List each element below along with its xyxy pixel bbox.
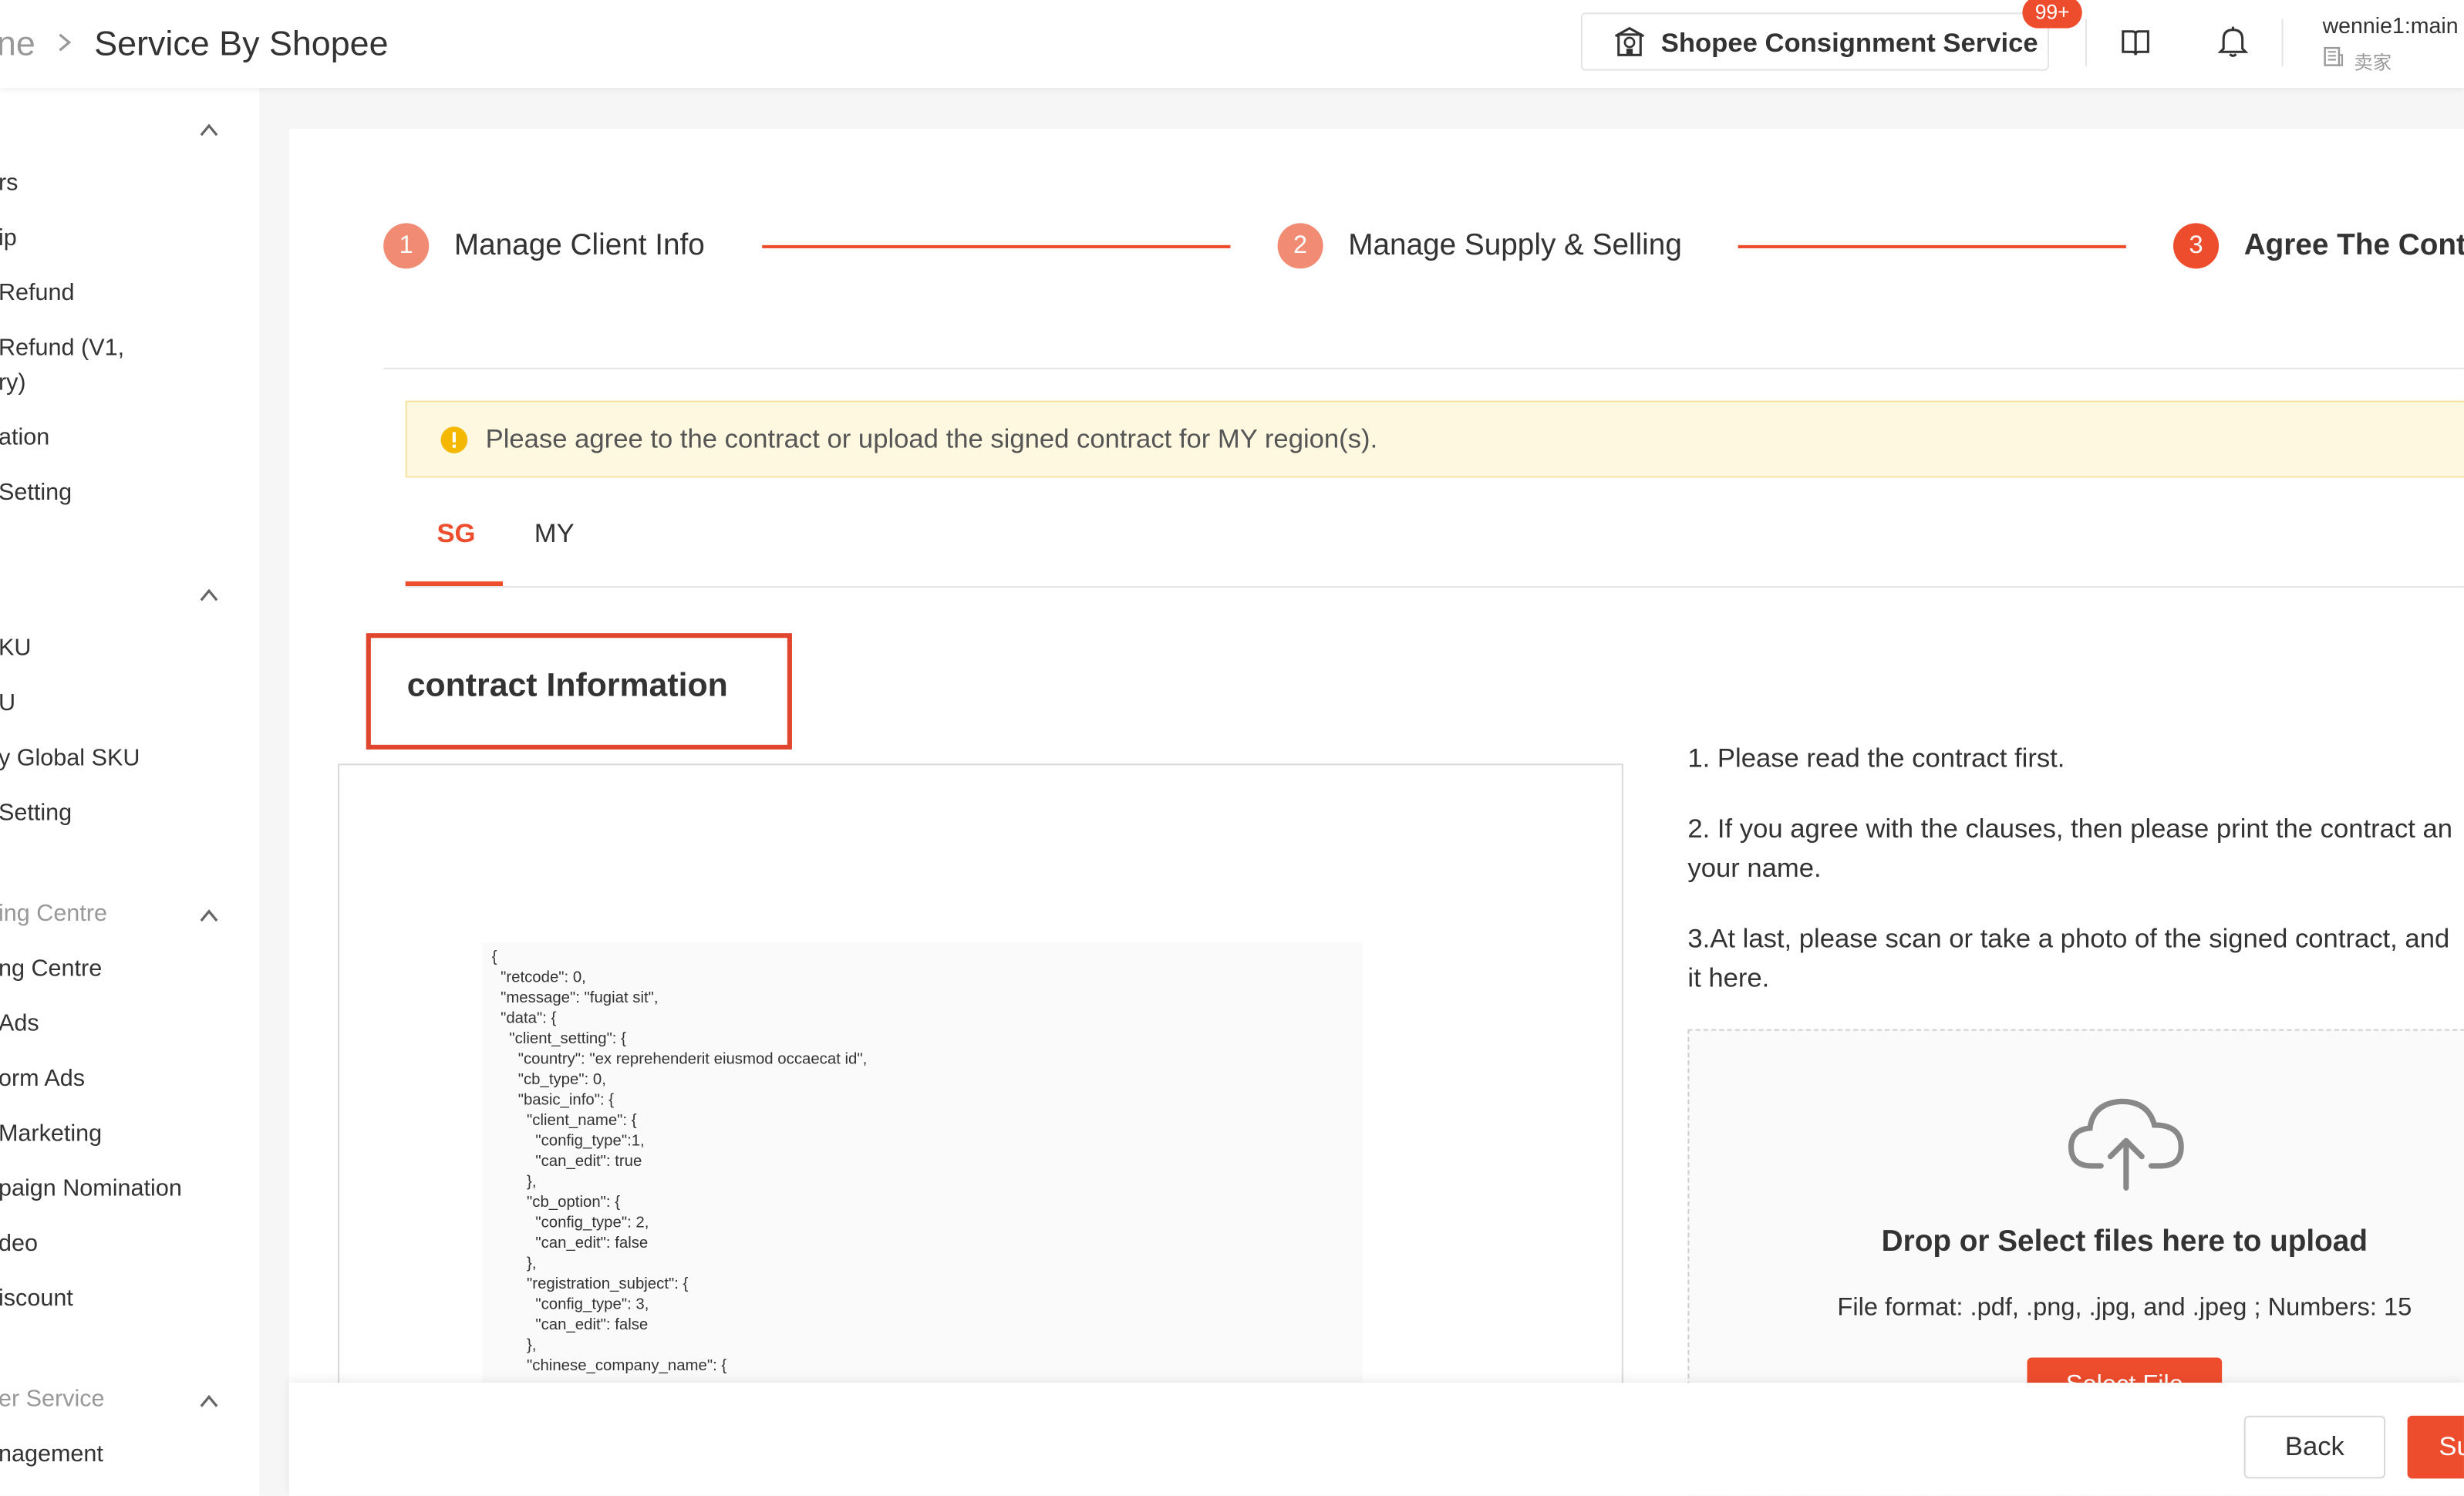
contract-line: "can_edit": false [491, 1316, 649, 1334]
tabs-divider [405, 586, 2464, 588]
notification-badge: 99+ [2022, 0, 2082, 29]
section-title: contract Information [406, 667, 728, 704]
warning-icon [440, 426, 468, 453]
contract-line: "country": "ex reprehenderit eiusmod occ… [491, 1051, 868, 1069]
top-header: ne Service By Shopee Shopee Consignment … [0, 0, 2464, 89]
sidebar-item[interactable]: nagement [0, 1440, 103, 1467]
chevron-up-icon[interactable] [198, 1390, 221, 1413]
chevron-up-icon[interactable] [198, 120, 221, 142]
contract-line: "client_setting": { [491, 1030, 626, 1049]
instruction-step-2-line-1: 2. If you agree with the clauses, then p… [1687, 814, 2453, 844]
sidebar-item[interactable]: U [0, 690, 15, 717]
instruction-step-1: 1. Please read the contract first. [1687, 743, 2065, 773]
breadcrumb-previous[interactable]: ne [0, 24, 35, 65]
contract-line: "data": { [491, 1010, 557, 1028]
contract-line: "config_type": 2, [491, 1215, 649, 1232]
user-name[interactable]: wennie1:main [2323, 12, 2459, 38]
sidebar-item[interactable]: Ads [0, 1010, 39, 1037]
contract-line: "chinese_company_name": { [491, 1357, 727, 1375]
submit-button[interactable]: Su [2407, 1415, 2464, 1479]
consignment-service-label: Shopee Consignment Service [1660, 28, 2038, 59]
sidebar-item[interactable]: rs [0, 170, 18, 197]
header-divider [2085, 19, 2087, 66]
step-1-label: Manage Client Info [453, 229, 705, 263]
tab-my[interactable]: MY [534, 518, 575, 550]
sidebar: rs ip Refund Refund (V1, ry) ation Setti… [0, 88, 260, 1496]
contract-notice: Please agree to the contract or upload t… [405, 400, 2464, 478]
bell-icon[interactable] [2216, 24, 2250, 59]
notice-text: Please agree to the contract or upload t… [485, 424, 1378, 454]
cloud-upload-icon [2068, 1098, 2184, 1191]
contract-line: "cb_type": 0, [491, 1071, 606, 1090]
sidebar-item[interactable]: paign Nomination [0, 1175, 182, 1202]
contract-line: }, [491, 1336, 537, 1355]
step-3-circle: 3 [2173, 223, 2220, 269]
book-icon[interactable] [2120, 27, 2152, 59]
tab-sg[interactable]: SG [437, 518, 475, 550]
chevron-up-icon[interactable] [198, 585, 221, 607]
contract-line: }, [491, 1255, 537, 1273]
sidebar-item[interactable]: Setting [0, 800, 72, 827]
contract-line: "message": "fugiat sit", [491, 989, 659, 1008]
sidebar-item[interactable]: KU [0, 635, 31, 662]
sidebar-item[interactable]: orm Ads [0, 1065, 85, 1092]
step-connector [762, 244, 1231, 248]
sidebar-item[interactable]: Refund [0, 280, 75, 307]
stepper-divider [383, 367, 2464, 369]
sidebar-item[interactable]: ng Centre [0, 955, 102, 982]
contract-line: "registration_subject": { [491, 1275, 689, 1293]
upload-title: Drop or Select files here to upload [1881, 1225, 2368, 1259]
contract-line: "config_type":1, [491, 1133, 645, 1151]
instruction-step-3-line-2: it here. [1687, 963, 1770, 993]
back-button[interactable]: Back [2243, 1415, 2386, 1479]
chevron-right-icon [59, 33, 72, 52]
contract-line: }, [491, 1174, 537, 1191]
sidebar-item[interactable]: Marketing [0, 1120, 102, 1147]
contract-line: { [491, 948, 497, 967]
contract-line: "retcode": 0, [491, 969, 586, 987]
instruction-step-2-line-2: your name. [1687, 853, 1822, 884]
contract-line: "can_edit": false [491, 1235, 649, 1252]
building-icon [1614, 26, 1645, 56]
step-2-circle: 2 [1277, 223, 1323, 269]
step-2-label: Manage Supply & Selling [1348, 229, 1682, 263]
shop-icon [2324, 46, 2344, 66]
header-divider [2281, 19, 2284, 66]
user-role: 卖家 [2354, 52, 2392, 74]
step-1-circle: 1 [383, 223, 430, 269]
contract-line: "can_edit": true [491, 1153, 642, 1171]
instruction-step-3-line-1: 3.At last, please scan or take a photo o… [1687, 924, 2450, 954]
step-connector [1738, 244, 2126, 248]
step-3-label: Agree The Contr [2243, 229, 2464, 263]
sidebar-item[interactable]: y Global SKU [0, 745, 140, 772]
sidebar-item[interactable]: Refund (V1, [0, 335, 124, 362]
sidebar-item[interactable]: deo [0, 1230, 38, 1257]
action-bar: Back Su [288, 1383, 2464, 1496]
sidebar-group-customer-service[interactable]: er Service [0, 1386, 105, 1413]
sidebar-item[interactable]: ry) [0, 369, 26, 396]
contract-line: "cb_option": { [491, 1194, 621, 1211]
sidebar-group-marketing[interactable]: ing Centre [0, 901, 107, 928]
sidebar-item[interactable]: ation [0, 424, 49, 451]
upload-format-hint: File format: .pdf, .png, .jpg, and .jpeg… [1837, 1294, 2412, 1322]
page-title: Service By Shopee [94, 23, 389, 63]
sidebar-item[interactable]: Setting [0, 479, 72, 506]
sidebar-item[interactable]: iscount [0, 1285, 73, 1312]
sidebar-item[interactable]: ip [0, 224, 17, 251]
consignment-service-button[interactable]: Shopee Consignment Service [1580, 12, 2050, 71]
contract-line: "config_type": 3, [491, 1296, 649, 1314]
contract-line: "client_name": { [491, 1112, 637, 1130]
contract-line: "basic_info": { [491, 1092, 615, 1110]
chevron-up-icon[interactable] [198, 905, 221, 928]
